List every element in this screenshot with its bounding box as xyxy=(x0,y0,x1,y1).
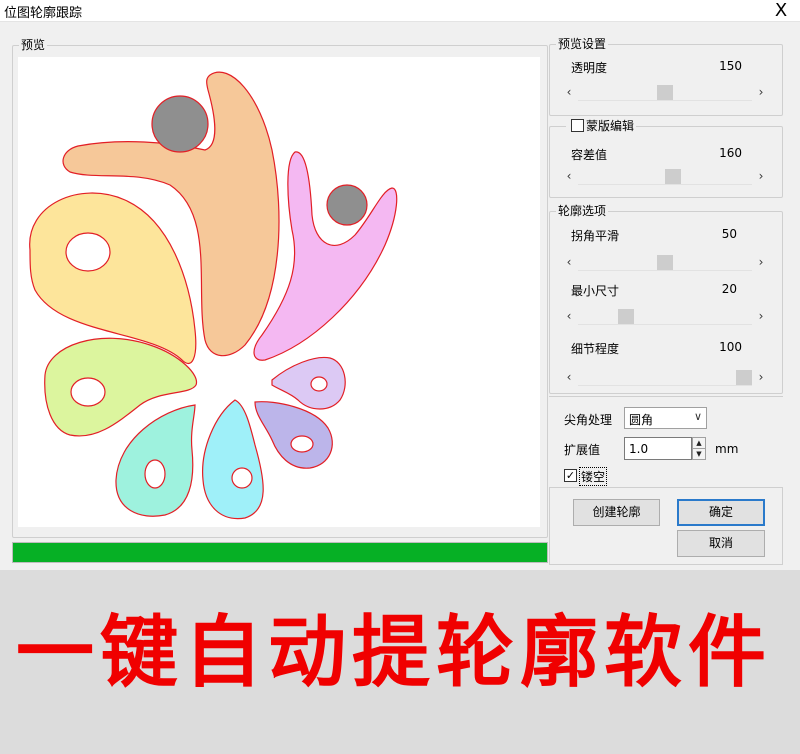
contour-options-legend: 轮廓选项 xyxy=(556,203,609,219)
lavender-leaf-shape xyxy=(254,401,333,469)
slider-right-arrow-icon[interactable]: › xyxy=(754,369,768,386)
corner-smooth-value: 50 xyxy=(721,227,737,241)
slider-track[interactable] xyxy=(578,369,752,386)
slider-right-arrow-icon[interactable]: › xyxy=(754,84,768,101)
slider-thumb[interactable] xyxy=(618,309,634,324)
lime-hole xyxy=(70,377,106,407)
create-contour-button[interactable]: 创建轮廓 xyxy=(573,499,660,526)
settings-separator xyxy=(549,396,783,397)
hollow-checkbox[interactable]: ✓ xyxy=(564,469,577,482)
close-button[interactable]: X xyxy=(770,0,792,22)
promo-banner: 一键自动提轮廓软件 xyxy=(0,570,800,754)
corner-select-value: 圆角 xyxy=(629,413,654,427)
min-size-value: 20 xyxy=(721,282,737,296)
hollow-label[interactable]: 镂空 xyxy=(579,467,608,486)
detail-level-value: 100 xyxy=(719,340,742,354)
expand-input-value: 1.0 xyxy=(629,442,649,456)
window-title: 位图轮廓跟踪 xyxy=(4,6,83,21)
lavender-hole xyxy=(290,435,314,453)
tolerance-label: 容差值 xyxy=(571,148,608,162)
slider-thumb[interactable] xyxy=(657,255,673,270)
preview-settings-legend: 预览设置 xyxy=(556,36,609,52)
chevron-down-icon: ∨ xyxy=(693,410,702,423)
traced-shapes xyxy=(29,71,398,520)
corner-select[interactable]: 圆角 ∨ xyxy=(624,407,707,429)
slider-left-arrow-icon[interactable]: ‹ xyxy=(562,254,576,271)
preview-settings-group: 预览设置 xyxy=(549,36,783,116)
opacity-label: 透明度 xyxy=(571,61,608,75)
title-bar: 位图轮廓跟踪 X xyxy=(0,0,800,22)
progress-fill xyxy=(13,543,547,562)
slider-left-arrow-icon[interactable]: ‹ xyxy=(562,369,576,386)
slider-track[interactable] xyxy=(578,254,752,271)
opacity-value: 150 xyxy=(719,59,742,73)
min-size-slider[interactable]: ‹ › xyxy=(562,308,768,325)
trace-dialog: 位图轮廓跟踪 X 预览 预览设置 透明度 150 ‹ › 蒙版编辑 容差值 16… xyxy=(0,0,800,570)
corner-smooth-label: 拐角平滑 xyxy=(571,229,620,243)
pink-head-circle xyxy=(326,184,368,226)
promo-banner-text: 一键自动提轮廓软件 xyxy=(16,608,773,698)
expand-spinner[interactable]: ▲ ▼ xyxy=(692,437,706,460)
mint-hole xyxy=(144,459,166,489)
progress-bar xyxy=(12,542,548,563)
light-purple-leaf-shape xyxy=(271,356,346,410)
ok-button[interactable]: 确定 xyxy=(677,499,765,526)
slider-right-arrow-icon[interactable]: › xyxy=(754,254,768,271)
tolerance-value: 160 xyxy=(719,146,742,160)
preview-canvas[interactable] xyxy=(18,57,540,527)
expand-unit: mm xyxy=(715,442,739,456)
spin-up-icon[interactable]: ▲ xyxy=(693,438,705,449)
slider-thumb[interactable] xyxy=(665,169,681,184)
detail-level-label: 细节程度 xyxy=(571,342,620,356)
orange-head-circle xyxy=(151,95,209,153)
slider-left-arrow-icon[interactable]: ‹ xyxy=(562,84,576,101)
slider-right-arrow-icon[interactable]: › xyxy=(754,168,768,185)
slider-left-arrow-icon[interactable]: ‹ xyxy=(562,308,576,325)
yellow-hole xyxy=(65,232,111,272)
corner-label: 尖角处理 xyxy=(564,413,613,427)
slider-track[interactable] xyxy=(578,168,752,185)
slider-right-arrow-icon[interactable]: › xyxy=(754,308,768,325)
slider-track[interactable] xyxy=(578,308,752,325)
detail-level-slider[interactable]: ‹ › xyxy=(562,369,768,386)
opacity-slider[interactable]: ‹ › xyxy=(562,84,768,101)
slider-thumb[interactable] xyxy=(657,85,673,100)
mask-edit-checkbox[interactable] xyxy=(571,119,584,132)
slider-left-arrow-icon[interactable]: ‹ xyxy=(562,168,576,185)
mask-edit-label: 蒙版编辑 xyxy=(586,119,635,133)
slider-track[interactable] xyxy=(578,84,752,101)
tolerance-slider[interactable]: ‹ › xyxy=(562,168,768,185)
slider-thumb[interactable] xyxy=(736,370,752,385)
preview-legend: 预览 xyxy=(19,37,48,53)
expand-input[interactable]: 1.0 xyxy=(624,437,692,460)
corner-smooth-slider[interactable]: ‹ › xyxy=(562,254,768,271)
spin-down-icon[interactable]: ▼ xyxy=(693,449,705,460)
expand-label: 扩展值 xyxy=(564,443,601,457)
light-purple-hole xyxy=(310,376,328,392)
cyan-hole xyxy=(231,467,253,489)
cancel-button[interactable]: 取消 xyxy=(677,530,765,557)
cyan-leaf-shape xyxy=(202,399,264,520)
min-size-label: 最小尺寸 xyxy=(571,284,620,298)
